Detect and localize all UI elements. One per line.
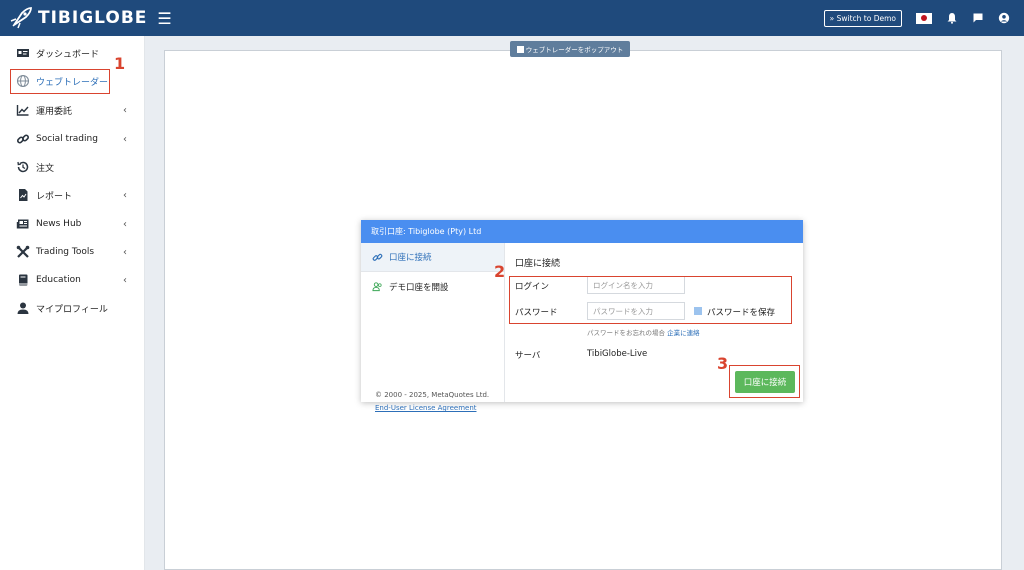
sidebar: ダッシュボード ウェブトレーダー 運用委託 ‹ Social trading ‹… xyxy=(0,36,145,570)
chevron-left-icon: ‹ xyxy=(123,104,127,116)
sidebar-item-label: 注文 xyxy=(36,163,55,174)
history-icon xyxy=(17,161,29,173)
user-icon xyxy=(17,302,29,314)
tab-connect-account[interactable]: 口座に接続 xyxy=(361,243,504,272)
license-link[interactable]: End-User License Agreement xyxy=(375,404,477,412)
chart-line-icon xyxy=(16,105,29,116)
sidebar-item-label: レポート xyxy=(36,191,73,202)
sidebar-item-my-profile[interactable]: マイプロフィール xyxy=(0,296,145,320)
link-icon xyxy=(372,253,383,261)
annotation-step-2: 2 xyxy=(494,262,506,281)
chevron-left-icon: ‹ xyxy=(123,246,127,258)
annotation-box-1 xyxy=(10,69,110,94)
sidebar-item-social-trading[interactable]: Social trading ‹ xyxy=(0,127,145,151)
sidebar-item-label: 運用委託 xyxy=(36,106,73,117)
sidebar-item-trading-tools[interactable]: Trading Tools ‹ xyxy=(0,240,145,264)
copyright-text: © 2000 - 2025, MetaQuotes Ltd. xyxy=(375,391,490,399)
annotation-box-2 xyxy=(509,276,792,324)
switch-to-demo-button[interactable]: » Switch to Demo xyxy=(823,9,902,27)
menu-icon[interactable]: ☰ xyxy=(157,9,171,28)
chevron-left-icon: ‹ xyxy=(123,274,127,286)
dialog-title: 口座に接続 xyxy=(515,259,561,269)
sidebar-item-managed-accounts[interactable]: 運用委託 ‹ xyxy=(0,98,145,122)
sidebar-item-label: Trading Tools xyxy=(36,247,95,257)
sidebar-item-reports[interactable]: レポート ‹ xyxy=(0,183,145,207)
users-icon xyxy=(372,282,382,292)
chat-icon[interactable] xyxy=(972,12,984,24)
forgot-password-text: パスワードをお忘れの場合 企業に連絡 xyxy=(587,327,700,337)
popout-label: ウェブトレーダーをポップアウト xyxy=(525,46,624,54)
logo-text: TIBIGLOBE xyxy=(38,8,148,28)
logo[interactable]: TIBIGLOBE xyxy=(8,0,147,36)
bell-icon[interactable] xyxy=(946,12,958,24)
forgot-password-prefix: パスワードをお忘れの場合 xyxy=(587,329,665,337)
server-label: サーバ xyxy=(515,351,541,361)
server-value: TibiGlobe-Live xyxy=(587,349,648,359)
tab-open-demo-account[interactable]: デモ口座を開設 xyxy=(361,272,504,301)
sidebar-item-label: ダッシュボード xyxy=(36,49,100,60)
id-card-icon xyxy=(17,49,29,57)
rocket-logo-icon xyxy=(10,7,32,29)
chevron-left-icon: ‹ xyxy=(123,133,127,145)
sidebar-item-education[interactable]: Education ‹ xyxy=(0,268,145,292)
sidebar-item-news-hub[interactable]: News Hub ‹ xyxy=(0,212,145,236)
dialog-header: 取引口座: Tibiglobe (Pty) Ltd xyxy=(361,220,803,243)
newspaper-icon xyxy=(16,219,29,229)
top-header: TIBIGLOBE ☰ » Switch to Demo xyxy=(0,0,1024,36)
sidebar-item-label: マイプロフィール xyxy=(36,304,108,315)
sidebar-item-label: Education xyxy=(36,275,81,285)
tools-icon xyxy=(16,245,30,258)
sidebar-item-label: News Hub xyxy=(36,219,82,229)
tab-label: 口座に接続 xyxy=(389,253,432,263)
chevron-left-icon: ‹ xyxy=(123,218,127,230)
dialog-tab-panel: 口座に接続 デモ口座を開設 © 2000 - 2025, MetaQuotes … xyxy=(361,243,505,412)
sidebar-item-orders[interactable]: 注文 xyxy=(0,155,145,179)
japan-flag-icon[interactable] xyxy=(916,12,932,24)
report-icon xyxy=(19,189,28,201)
user-circle-icon[interactable] xyxy=(998,12,1010,24)
tab-label: デモ口座を開設 xyxy=(389,282,449,293)
external-link-icon xyxy=(516,45,524,53)
book-icon xyxy=(19,274,28,286)
contact-company-link[interactable]: 企業に連絡 xyxy=(667,329,700,337)
annotation-box-3 xyxy=(729,365,800,398)
link-icon xyxy=(16,134,30,144)
sidebar-item-label: Social trading xyxy=(36,134,98,144)
annotation-step-3: 3 xyxy=(717,354,729,373)
annotation-step-1: 1 xyxy=(114,54,126,73)
popout-webtrader-button[interactable]: ウェブトレーダーをポップアウト xyxy=(510,41,630,57)
chevron-left-icon: ‹ xyxy=(123,189,127,201)
